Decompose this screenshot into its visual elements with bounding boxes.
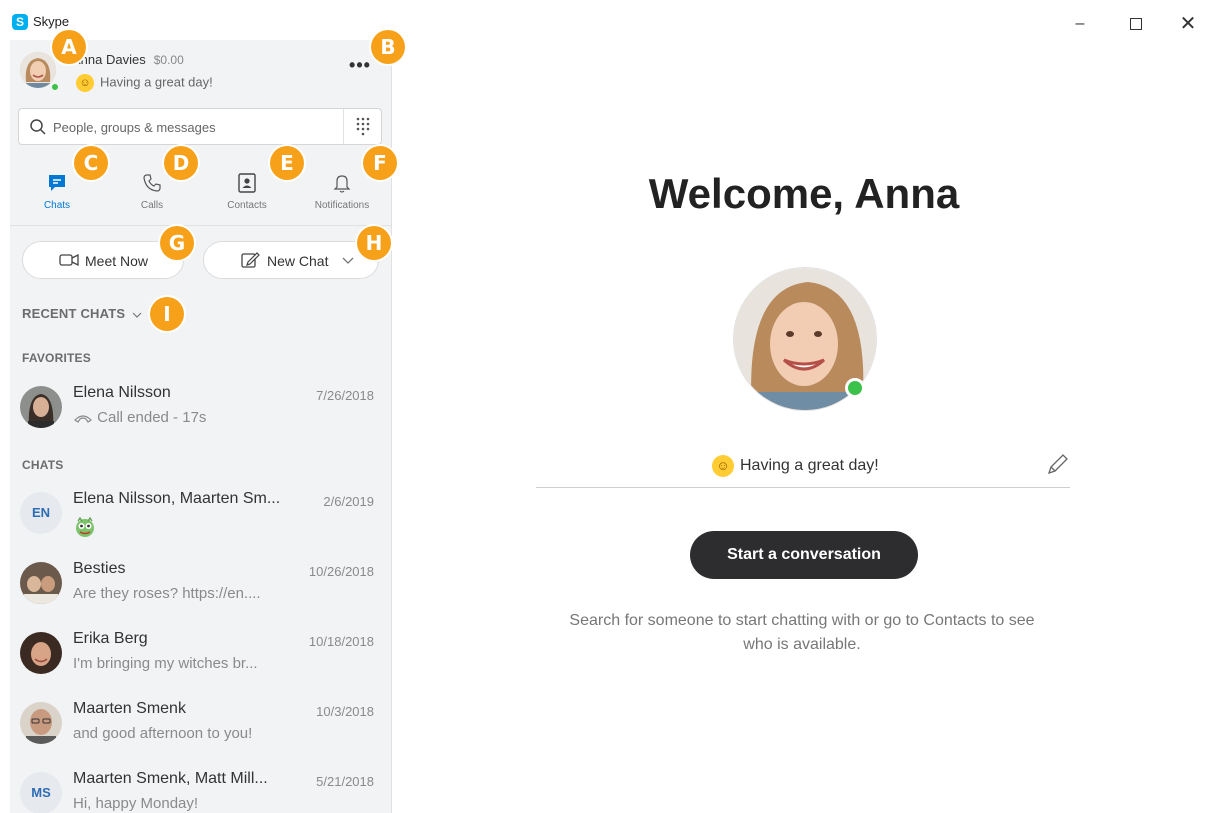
chat-date: 7/26/2018 — [316, 388, 374, 403]
phone-icon — [143, 174, 161, 192]
tab-label: Chats — [43, 200, 71, 211]
chat-date: 10/18/2018 — [308, 634, 374, 649]
chat-item-group-maarten-matt[interactable]: MS Maarten Smenk, Matt Mill... 5/21/2018… — [10, 766, 391, 813]
chat-name: Elena Nilsson, Maarten Sm... — [73, 490, 281, 507]
maximize-button[interactable] — [1116, 10, 1156, 38]
title-bar: S Skype – ✕ — [0, 0, 1208, 40]
callout-marker-h: H — [357, 226, 391, 260]
callout-marker-e: E — [270, 146, 304, 180]
nav-tabs: Chats Calls Contacts Notifications — [10, 160, 391, 226]
chat-date: 5/21/2018 — [316, 774, 374, 789]
chat-date: 2/6/2019 — [323, 494, 374, 509]
chat-preview: Hi, happy Monday! — [73, 795, 199, 812]
chat-date: 10/26/2018 — [308, 564, 374, 579]
window-title: Skype — [33, 14, 70, 29]
avatar — [20, 386, 62, 428]
chat-date: 10/3/2018 — [316, 704, 374, 719]
callout-marker-c: C — [74, 146, 108, 180]
mood-message-field[interactable]: ☺ Having a great day! — [536, 450, 1070, 488]
callout-marker-g: G — [160, 226, 194, 260]
callout-marker-d: D — [164, 146, 198, 180]
chat-item-group-elena-maarten[interactable]: EN Elena Nilsson, Maarten Sm... 2/6/2019 — [10, 486, 391, 552]
profile-mood[interactable]: ☺ Having a great day! — [76, 74, 213, 92]
recent-chats-dropdown[interactable]: RECENT CHATS — [22, 306, 143, 321]
chat-preview: I'm bringing my witches br... — [73, 655, 258, 672]
callout-marker-b: B — [371, 30, 405, 64]
dialpad-button[interactable] — [343, 109, 381, 144]
call-ended-icon — [74, 415, 92, 423]
minimize-button[interactable]: – — [1060, 10, 1100, 38]
chat-preview: Are they roses? https://en.... — [73, 585, 261, 602]
contacts-icon — [238, 173, 256, 193]
chevron-down-icon — [132, 312, 142, 318]
compose-icon — [241, 252, 260, 268]
meet-now-label: Meet Now — [85, 253, 149, 269]
callout-marker-f: F — [363, 146, 397, 180]
chat-preview-text: Call ended - 17s — [97, 409, 207, 426]
chat-name: Maarten Smenk, Matt Mill... — [73, 770, 268, 787]
mood-message: ☺ Having a great day! — [712, 455, 879, 477]
chat-name: Besties — [73, 560, 126, 577]
avatar — [20, 702, 62, 744]
smiley-icon: ☺ — [76, 74, 94, 92]
new-chat-label: New Chat — [267, 253, 329, 269]
tab-label: Notifications — [314, 200, 370, 211]
avatar — [20, 632, 62, 674]
maximize-icon — [1130, 17, 1142, 30]
skype-logo-icon: S — [12, 14, 28, 30]
avatar: MS — [20, 772, 62, 813]
more-options-button[interactable]: ••• — [346, 56, 374, 78]
chats-header: CHATS — [22, 458, 64, 472]
start-conversation-button[interactable]: Start a conversation — [690, 531, 918, 579]
welcome-title: Welcome, Anna — [648, 170, 960, 217]
close-button[interactable]: ✕ — [1168, 10, 1208, 38]
bell-icon — [333, 175, 351, 193]
search-icon — [30, 119, 46, 135]
callout-marker-a: A — [52, 30, 86, 64]
empty-state-hint: Search for someone to start chatting wit… — [569, 612, 1035, 653]
chat-name: Elena Nilsson — [73, 384, 171, 401]
monster-emoticon-icon — [76, 516, 94, 537]
chevron-down-icon[interactable] — [341, 253, 355, 267]
chat-preview: Call ended - 17s — [73, 409, 303, 426]
chat-item-besties[interactable]: Besties 10/26/2018 Are they roses? https… — [10, 556, 391, 622]
mood-message-text: Having a great day! — [740, 457, 879, 475]
sidebar: Anna Davies $0.00 ☺ Having a great day! ••… — [10, 40, 392, 813]
avatar: EN — [20, 492, 62, 534]
chat-item-elena-nilsson[interactable]: Elena Nilsson 7/26/2018 Call ended - 17s — [10, 380, 391, 446]
avatar-photo — [20, 632, 62, 674]
new-chat-button[interactable]: New Chat — [203, 241, 379, 279]
profile-name-row[interactable]: Anna Davies $0.00 — [72, 52, 184, 67]
welcome-presence-indicator — [845, 378, 865, 398]
callout-marker-i: I — [150, 297, 184, 331]
chat-preview: and good afternoon to you! — [73, 725, 253, 742]
video-camera-icon — [59, 253, 79, 267]
smiley-icon: ☺ — [712, 455, 734, 477]
chat-icon — [49, 175, 65, 191]
skype-credit[interactable]: $0.00 — [154, 53, 184, 67]
chat-item-maarten-smenk[interactable]: Maarten Smenk 10/3/2018 and good afterno… — [10, 696, 391, 762]
favorites-header: FAVORITES — [22, 351, 91, 365]
avatar-photo — [20, 386, 62, 428]
search-input[interactable] — [53, 117, 339, 137]
search-box[interactable] — [18, 108, 382, 145]
presence-indicator — [50, 82, 60, 92]
avatar — [20, 562, 62, 604]
dialpad-icon — [356, 117, 370, 136]
recent-chats-label: RECENT CHATS — [22, 306, 126, 321]
chat-name: Erika Berg — [73, 630, 148, 647]
chat-name: Maarten Smenk — [73, 700, 186, 717]
chat-preview — [73, 515, 303, 539]
tab-label: Calls — [140, 200, 164, 211]
profile-mood-text: Having a great day! — [100, 74, 213, 90]
avatar-photo — [20, 562, 62, 604]
tab-label: Contacts — [227, 200, 267, 211]
chat-item-erika-berg[interactable]: Erika Berg 10/18/2018 I'm bringing my wi… — [10, 626, 391, 692]
pencil-icon[interactable] — [1044, 452, 1070, 478]
avatar-photo — [20, 702, 62, 744]
